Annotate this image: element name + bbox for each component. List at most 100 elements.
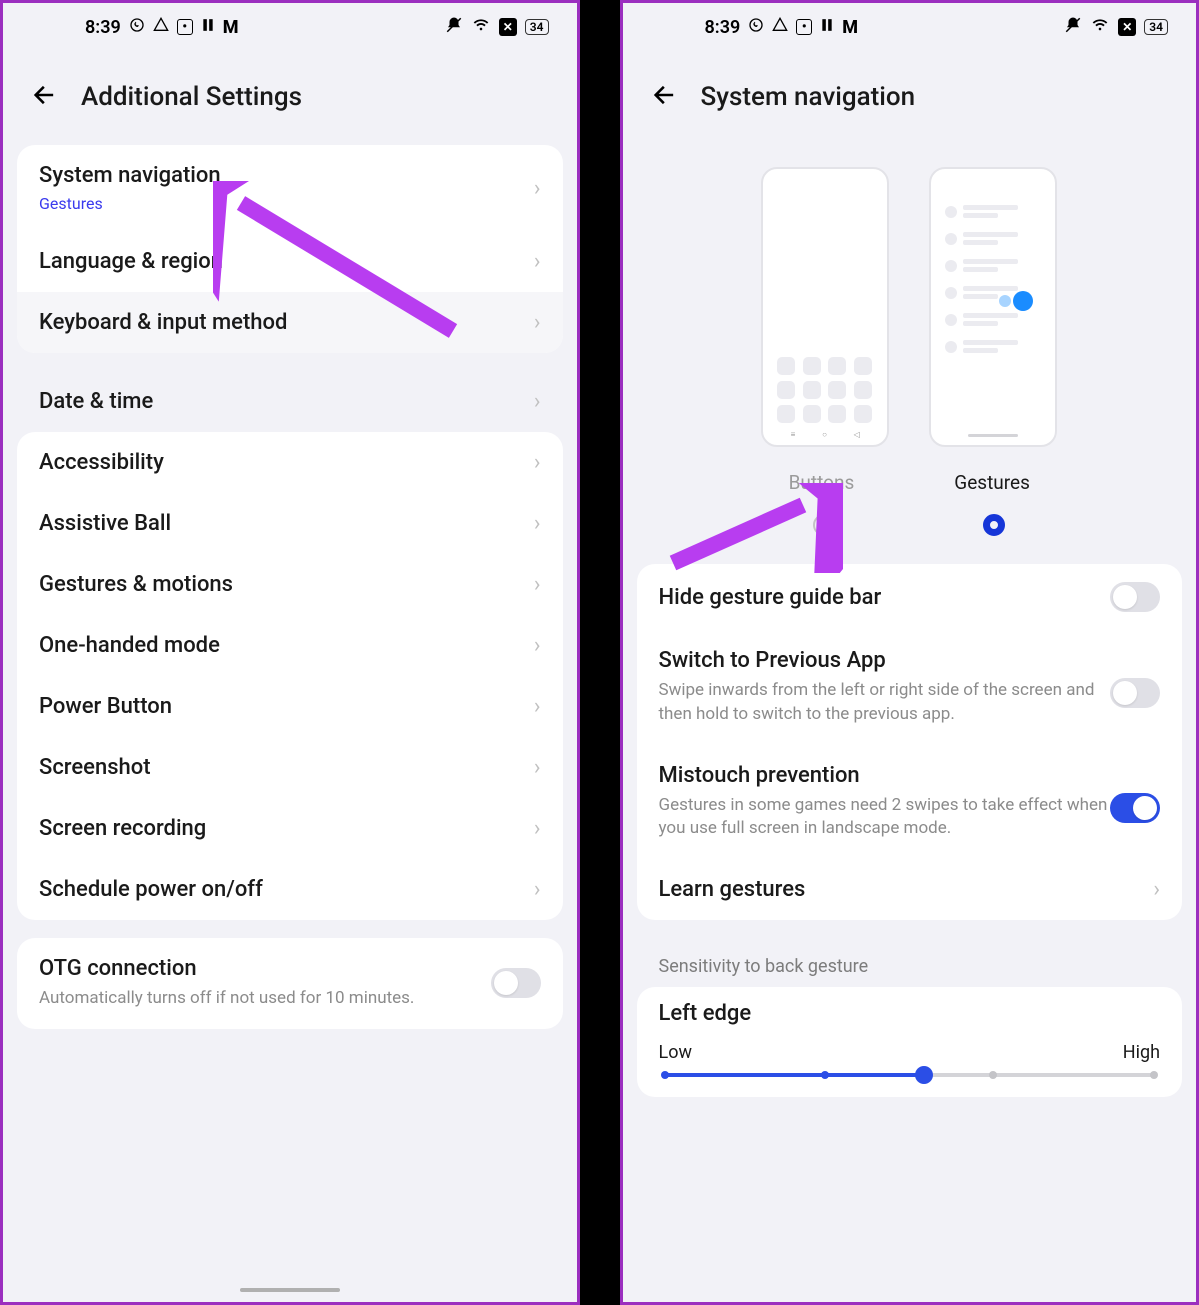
left-edge-slider-row: Left edge Low High: [637, 987, 1183, 1097]
buttons-radio[interactable]: [813, 514, 835, 536]
row-title: Learn gestures: [659, 877, 806, 902]
chevron-right-icon: ›: [534, 249, 541, 274]
close-box-icon: ✕: [499, 18, 517, 36]
home-indicator[interactable]: [240, 1288, 340, 1292]
switch-previous-app-row[interactable]: Switch to Previous App Swipe inwards fro…: [637, 630, 1183, 745]
screenshot-row[interactable]: Screenshot ›: [17, 737, 563, 798]
row-title: Assistive Ball: [39, 511, 171, 536]
app-icon: •: [796, 19, 812, 35]
row-title: Gestures & motions: [39, 572, 233, 597]
page-title: Additional Settings: [81, 82, 302, 112]
page-title: System navigation: [701, 82, 916, 112]
back-icon[interactable]: [651, 81, 679, 113]
navigation-preview: ≡○◁: [623, 127, 1197, 455]
row-title: Switch to Previous App: [659, 648, 1111, 673]
battery-indicator: 34: [1144, 19, 1168, 35]
status-bar: 8:39 • M ✕ 34: [3, 3, 577, 51]
switch-prev-toggle[interactable]: [1110, 678, 1160, 708]
chevron-right-icon: ›: [534, 755, 541, 780]
row-title: One-handed mode: [39, 633, 220, 658]
schedule-power-row[interactable]: Schedule power on/off ›: [17, 859, 563, 920]
row-description: Automatically turns off if not used for …: [39, 987, 491, 1011]
whatsapp-icon: [748, 17, 764, 38]
otg-connection-row[interactable]: OTG connection Automatically turns off i…: [17, 938, 563, 1029]
hide-bar-toggle[interactable]: [1110, 582, 1160, 612]
row-title: System navigation: [39, 163, 534, 188]
row-title: Accessibility: [39, 450, 164, 475]
option-labels: Buttons Gestures: [623, 455, 1197, 494]
gestures-radio[interactable]: [983, 514, 1005, 536]
chevron-right-icon: ›: [534, 572, 541, 597]
slider-title: Left edge: [659, 1001, 1161, 1026]
row-title: Schedule power on/off: [39, 877, 263, 902]
assistive-ball-row[interactable]: Assistive Ball ›: [17, 493, 563, 554]
row-title: Keyboard & input method: [39, 310, 287, 335]
gesture-settings-card: Hide gesture guide bar Switch to Previou…: [637, 564, 1183, 920]
keyboard-input-row[interactable]: Keyboard & input method ›: [17, 292, 563, 353]
row-title: Power Button: [39, 694, 172, 719]
slider-low-label: Low: [659, 1042, 693, 1063]
wifi-icon: [1090, 17, 1110, 37]
buttons-label: Buttons: [789, 471, 855, 494]
row-title: Hide gesture guide bar: [659, 585, 882, 610]
chevron-right-icon: ›: [534, 389, 541, 414]
pause-icon: [820, 17, 834, 38]
m-icon: M: [842, 17, 858, 38]
back-icon[interactable]: [31, 81, 59, 113]
gestures-preview[interactable]: [929, 167, 1057, 447]
chevron-right-icon: ›: [534, 176, 541, 201]
row-title: Language & region: [39, 249, 223, 274]
battery-indicator: 34: [525, 19, 549, 35]
gestures-motions-row[interactable]: Gestures & motions ›: [17, 554, 563, 615]
row-title: Screen recording: [39, 816, 206, 841]
chevron-right-icon: ›: [1153, 877, 1160, 902]
pause-icon: [201, 17, 215, 38]
chevron-right-icon: ›: [534, 450, 541, 475]
hide-gesture-bar-row[interactable]: Hide gesture guide bar: [637, 564, 1183, 630]
screen-recording-row[interactable]: Screen recording ›: [17, 798, 563, 859]
slider-thumb[interactable]: [915, 1066, 933, 1084]
sensitivity-card: Left edge Low High: [637, 987, 1183, 1097]
accessibility-row[interactable]: Accessibility ›: [17, 432, 563, 493]
radio-row: [623, 494, 1197, 564]
slider-high-label: High: [1123, 1042, 1160, 1063]
status-bar: 8:39 • M ✕ 34: [623, 3, 1197, 51]
learn-gestures-row[interactable]: Learn gestures ›: [637, 859, 1183, 920]
row-description: Swipe inwards from the left or right sid…: [659, 679, 1111, 727]
buttons-preview[interactable]: ≡○◁: [761, 167, 889, 447]
update-icon: [153, 17, 169, 38]
update-icon: [772, 17, 788, 38]
chevron-right-icon: ›: [534, 877, 541, 902]
language-region-row[interactable]: Language & region ›: [17, 231, 563, 292]
row-title: OTG connection: [39, 956, 491, 981]
row-subtitle: Gestures: [39, 194, 534, 213]
page-header: Additional Settings: [3, 51, 577, 127]
left-edge-slider[interactable]: [663, 1073, 1157, 1077]
row-title: Mistouch prevention: [659, 763, 1111, 788]
chevron-right-icon: ›: [534, 694, 541, 719]
page-header: System navigation: [623, 51, 1197, 127]
chevron-right-icon: ›: [534, 511, 541, 536]
mistouch-prevention-row[interactable]: Mistouch prevention Gestures in some gam…: [637, 745, 1183, 860]
sensitivity-label: Sensitivity to back gesture: [637, 938, 1183, 987]
status-time: 8:39: [705, 17, 741, 38]
close-box-icon: ✕: [1118, 18, 1136, 36]
mistouch-toggle[interactable]: [1110, 793, 1160, 823]
one-handed-row[interactable]: One-handed mode ›: [17, 615, 563, 676]
wifi-icon: [471, 17, 491, 37]
settings-group-3: OTG connection Automatically turns off i…: [17, 938, 563, 1029]
row-title: Date & time: [39, 389, 153, 414]
left-phone-screen: 8:39 • M ✕ 34 Addi: [0, 0, 580, 1305]
row-description: Gestures in some games need 2 swipes to …: [659, 794, 1111, 842]
chevron-right-icon: ›: [534, 816, 541, 841]
status-time: 8:39: [85, 17, 121, 38]
whatsapp-icon: [129, 17, 145, 38]
system-navigation-row[interactable]: System navigation Gestures ›: [17, 145, 563, 231]
settings-group-2: Accessibility › Assistive Ball › Gesture…: [17, 432, 563, 920]
app-icon: •: [177, 19, 193, 35]
otg-toggle[interactable]: [491, 968, 541, 998]
mute-icon: [445, 16, 463, 38]
date-time-row[interactable]: Date & time ›: [17, 371, 563, 432]
power-button-row[interactable]: Power Button ›: [17, 676, 563, 737]
mute-icon: [1064, 16, 1082, 38]
